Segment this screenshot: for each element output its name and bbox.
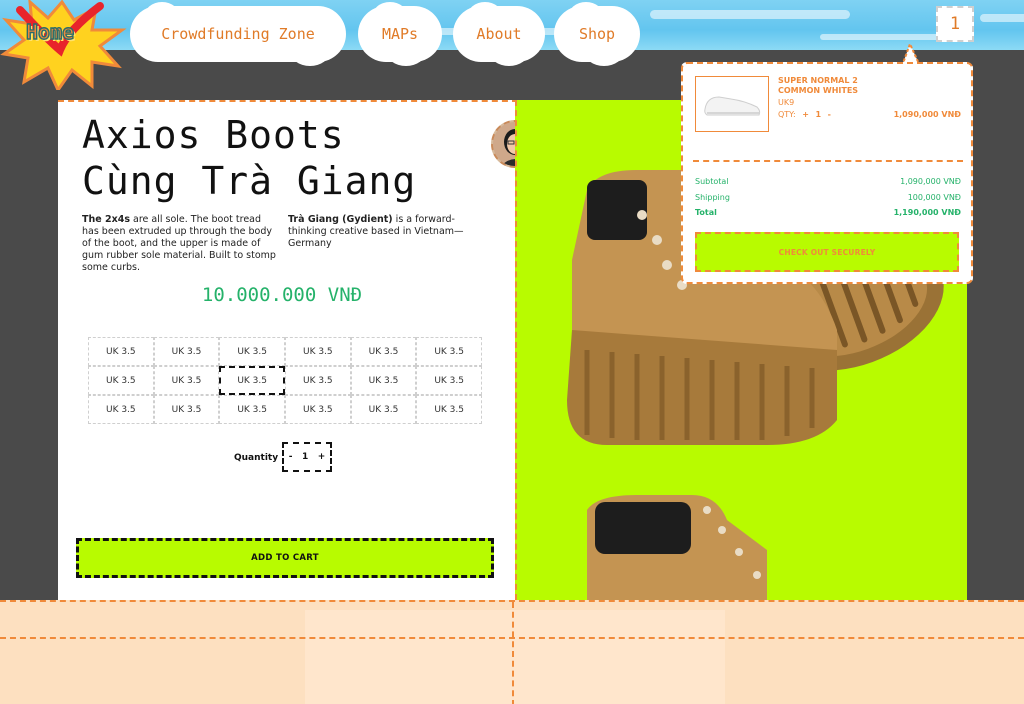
bottom-panel — [0, 600, 1024, 704]
sun-burst-icon — [0, 0, 127, 90]
designer-description: Trà Giang (Gydient) is a forward-thinkin… — [288, 214, 484, 250]
product-price: 10.000.000 VNĐ — [201, 284, 363, 306]
size-option[interactable]: UK 3.5 — [350, 395, 417, 424]
nav-shop[interactable]: Shop — [556, 2, 638, 66]
product-title-line1: Axios Boots — [82, 113, 345, 157]
subtotal-label: Subtotal — [695, 177, 729, 186]
total-row: Total 1,190,000 VNĐ — [695, 208, 961, 217]
size-option[interactable]: UK 3.5 — [416, 366, 482, 395]
nav-about-label: About — [476, 25, 522, 43]
size-option[interactable]: UK 3.5 — [350, 337, 417, 366]
size-option[interactable]: UK 3.5 — [416, 395, 482, 424]
quantity-decrease-button[interactable]: - — [289, 452, 293, 462]
size-option[interactable]: UK 3.5 — [284, 366, 351, 395]
product-description: The 2x4s are all sole. The boot tread ha… — [82, 214, 278, 274]
nav-shop-label: Shop — [578, 25, 616, 43]
quantity-increase-button[interactable]: + — [318, 452, 326, 462]
nav-about[interactable]: About — [455, 2, 543, 66]
size-option[interactable]: UK 3.5 — [284, 337, 351, 366]
product-title: Axios Boots Cùng Trà Giang — [82, 112, 416, 204]
size-option[interactable]: UK 3.5 — [416, 337, 482, 366]
quantity-stepper[interactable]: - 1 + — [282, 442, 332, 472]
cart-qty-decrease-button[interactable]: - — [828, 110, 831, 119]
bottom-highlight — [305, 610, 725, 704]
cart-item-image[interactable] — [695, 76, 769, 132]
checkout-button[interactable]: CHECK OUT SECURELY — [695, 232, 959, 272]
product-desc-bold: The 2x4s — [82, 214, 130, 225]
designer-name: Trà Giang (Gydient) — [288, 214, 393, 225]
size-option[interactable]: UK 3.5 — [88, 337, 154, 366]
nav-maps-label: MAPs — [381, 25, 419, 43]
home-label[interactable]: Home — [25, 19, 75, 44]
size-option[interactable]: UK 3.5 — [219, 366, 285, 395]
bottom-seam — [512, 602, 514, 704]
add-to-cart-button[interactable]: ADD TO CART — [76, 538, 494, 578]
home-button[interactable]: Home — [0, 0, 130, 90]
shipping-label: Shipping — [695, 193, 730, 202]
product-title-line2: Cùng Trà Giang — [82, 159, 417, 203]
subtotal-value: 1,090,000 VNĐ — [900, 177, 961, 186]
shipping-row: Shipping 100,000 VNĐ — [695, 193, 961, 202]
size-option[interactable]: UK 3.5 — [219, 337, 285, 366]
sneaker-icon — [704, 96, 761, 116]
nav-crowdfunding-label: Crowdfunding Zone — [161, 25, 315, 43]
cart-count-button[interactable]: 1 — [936, 6, 974, 42]
subtotal-row: Subtotal 1,090,000 VNĐ — [695, 177, 961, 186]
size-option[interactable]: UK 3.5 — [284, 395, 351, 424]
size-option[interactable]: UK 3.5 — [219, 395, 285, 424]
total-value: 1,190,000 VNĐ — [893, 208, 961, 217]
cart-qty-label: QTY: — [778, 110, 796, 119]
size-option[interactable]: UK 3.5 — [88, 366, 154, 395]
size-option[interactable]: UK 3.5 — [153, 395, 220, 424]
cart-qty-value: 1 — [815, 110, 822, 119]
cart-qty-stepper: QTY: + 1 - — [778, 110, 831, 119]
size-option[interactable]: UK 3.5 — [153, 337, 220, 366]
size-selector: UK 3.5 UK 3.5 UK 3.5 UK 3.5 UK 3.5 UK 3.5 UK 3… — [88, 337, 482, 424]
quantity-value: 1 — [301, 452, 309, 462]
size-option[interactable]: UK 3.5 — [153, 366, 220, 395]
cart-qty-increase-button[interactable]: + — [802, 110, 809, 119]
cart-item-name[interactable]: SUPER NORMAL 2 COMMON WHITES — [778, 76, 888, 96]
cart-divider — [693, 160, 963, 162]
size-option[interactable]: UK 3.5 — [350, 366, 417, 395]
cart-item-price: 1,090,000 VNĐ — [893, 110, 961, 119]
quantity-label: Quantity — [234, 453, 279, 463]
nav-crowdfunding-zone[interactable]: Crowdfunding Zone — [132, 2, 344, 66]
shipping-value: 100,000 VNĐ — [907, 193, 961, 202]
nav-maps[interactable]: MAPs — [360, 2, 440, 66]
size-option[interactable]: UK 3.5 — [88, 395, 154, 424]
total-label: Total — [695, 208, 717, 217]
cart-popup: SUPER NORMAL 2 COMMON WHITES UK9 QTY: + … — [681, 62, 973, 284]
cart-item-size: UK9 — [778, 98, 795, 107]
